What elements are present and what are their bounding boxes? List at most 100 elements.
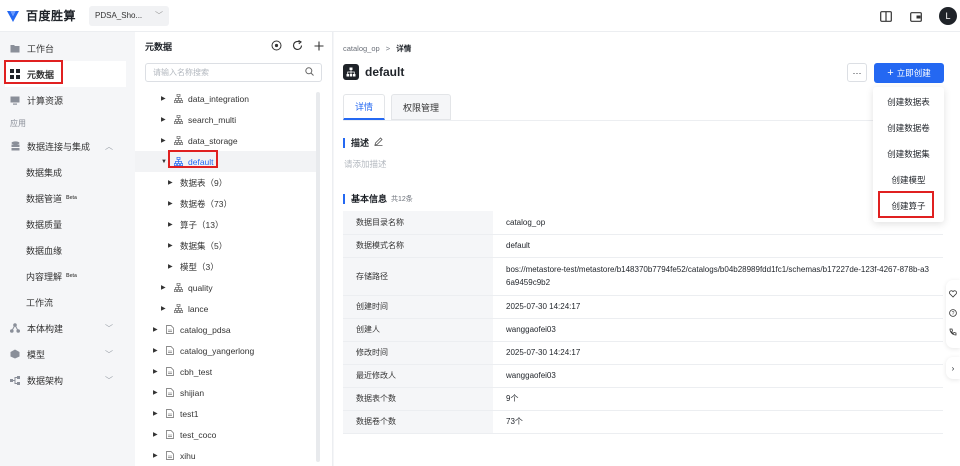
caret-right-icon[interactable]: ▶ <box>161 137 169 144</box>
caret-down-icon[interactable]: ▼ <box>161 159 169 165</box>
tree-node-catalog[interactable]: ▶ catalog_yangerlong <box>135 340 332 361</box>
info-key: 数据目录名称 <box>343 211 493 235</box>
tree-node-catalog[interactable]: ▶ cbh_test <box>135 361 332 382</box>
nav-item-workbench[interactable]: 工作台 <box>0 35 133 61</box>
wallet-icon[interactable] <box>909 9 923 23</box>
tree-node-group[interactable]: ▶ 模型（3） <box>135 256 332 277</box>
caret-right-icon[interactable]: ▶ <box>153 452 161 459</box>
tree-node-label: lance <box>188 303 209 314</box>
caret-right-icon[interactable]: ▶ <box>153 410 161 417</box>
nav-item-architecture[interactable]: 数据架构 ﹀ <box>0 367 133 393</box>
caret-right-icon[interactable]: ▶ <box>168 263 176 270</box>
caret-right-icon[interactable]: ▶ <box>161 284 169 291</box>
menu-item-create-operator[interactable]: 创建算子 <box>873 193 944 219</box>
tree-node-catalog[interactable]: ▶ catalog_pdsa <box>135 319 332 340</box>
folder-icon <box>10 43 20 53</box>
info-table: 数据目录名称 catalog_op 数据模式名称 default 存储路径 bos://m… <box>343 211 943 434</box>
tree-node-label: 数据集（5） <box>180 240 228 251</box>
nav-item-data-lineage[interactable]: 数据血缘 <box>0 237 133 263</box>
brand-logo[interactable]: 百度胜算 <box>6 7 76 24</box>
nav-item-model[interactable]: 模型 ﹀ <box>0 341 133 367</box>
tree-search[interactable] <box>145 63 322 82</box>
nav-item-workflow[interactable]: 工作流 <box>0 289 133 315</box>
top-bar: 百度胜算 PDSA_Sho... ﹀ L <box>0 0 960 32</box>
tree-node-schema[interactable]: ▼ default <box>135 151 316 172</box>
nav-item-integration[interactable]: 数据连接与集成 ︿ <box>0 133 133 159</box>
nav-item-ontology[interactable]: 本体构建 ﹀ <box>0 315 133 341</box>
chevron-down-icon: ﹀ <box>105 349 113 359</box>
caret-right-icon[interactable]: ▶ <box>153 431 161 438</box>
nav-item-data-integration[interactable]: 数据集成 <box>0 159 133 185</box>
refresh-icon[interactable] <box>292 40 303 51</box>
search-icon[interactable] <box>305 67 314 78</box>
tree-scrollbar[interactable] <box>316 92 320 462</box>
nav-item-compute[interactable]: 计算资源 <box>0 87 133 113</box>
create-button-label: 立即创建 <box>896 68 931 78</box>
file-icon <box>165 388 175 398</box>
tree-node-catalog[interactable]: ▶ shijian <box>135 382 332 403</box>
tree-node-group[interactable]: ▶ 数据卷（73） <box>135 193 332 214</box>
breadcrumb-parent[interactable]: catalog_op <box>343 44 380 53</box>
book-icon[interactable] <box>879 9 893 23</box>
menu-item-create-table[interactable]: 创建数据表 <box>873 89 944 115</box>
create-button[interactable]: + 立即创建 <box>874 63 944 83</box>
file-icon <box>165 409 175 419</box>
more-button[interactable]: ··· <box>847 63 867 82</box>
caret-right-icon[interactable]: ▶ <box>168 242 176 249</box>
menu-item-create-volume[interactable]: 创建数据卷 <box>873 115 944 141</box>
chevron-right-icon[interactable]: › <box>946 357 960 379</box>
caret-right-icon[interactable]: ▶ <box>161 95 169 102</box>
tree-node-catalog[interactable]: ▶ test_coco <box>135 424 332 445</box>
avatar[interactable]: L <box>939 7 957 25</box>
tree-node-group[interactable]: ▶ 数据集（5） <box>135 235 332 256</box>
tab-permissions[interactable]: 权限管理 <box>391 94 452 120</box>
tree-node-schema[interactable]: ▶ search_multi <box>135 109 332 130</box>
caret-right-icon[interactable]: ▶ <box>168 200 176 207</box>
nav-item-content-understanding[interactable]: 内容理解 Beta <box>0 263 133 289</box>
menu-item-create-model[interactable]: 创建模型 <box>873 167 944 193</box>
tree-node-group[interactable]: ▶ 数据表（9） <box>135 172 332 193</box>
tab-details[interactable]: 详情 <box>343 94 386 120</box>
left-nav: 工作台 元数据 计算资源 应用 数据连接与集成 ︿ 数据集成 数据管道 Beta … <box>0 32 133 466</box>
database-icon <box>10 141 20 151</box>
caret-right-icon[interactable]: ▶ <box>153 368 161 375</box>
help-icon[interactable]: ? <box>949 309 957 319</box>
monitor-icon <box>10 95 20 105</box>
tree-node-label: default <box>188 156 214 167</box>
file-icon <box>165 346 175 356</box>
info-value: default <box>493 234 943 258</box>
caret-right-icon[interactable]: ▶ <box>153 347 161 354</box>
caret-right-icon[interactable]: ▶ <box>161 305 169 312</box>
tree-node-schema[interactable]: ▶ data_storage <box>135 130 332 151</box>
phone-icon[interactable] <box>949 328 957 338</box>
grid-icon <box>10 69 20 79</box>
nav-item-metadata[interactable]: 元数据 <box>5 61 126 87</box>
caret-right-icon[interactable]: ▶ <box>153 389 161 396</box>
logo-icon <box>6 9 20 23</box>
tree-node-group[interactable]: ▶ 算子（13） <box>135 214 332 235</box>
tab-bar: 详情 权限管理 <box>343 94 452 120</box>
workspace-select[interactable]: PDSA_Sho... ﹀ <box>89 5 170 26</box>
tree-node-schema[interactable]: ▶ lance <box>135 298 332 319</box>
description-placeholder[interactable]: 请添加描述 <box>344 158 387 170</box>
heart-icon[interactable] <box>949 290 957 300</box>
tree-node-schema[interactable]: ▶ data_integration <box>135 88 332 109</box>
plus-icon[interactable] <box>313 40 324 51</box>
tree-node-schema[interactable]: ▶ quality <box>135 277 332 298</box>
edit-icon[interactable] <box>374 137 383 148</box>
menu-item-create-dataset[interactable]: 创建数据集 <box>873 141 944 167</box>
tree-node-catalog[interactable]: ▶ test1 <box>135 403 332 424</box>
caret-right-icon[interactable]: ▶ <box>168 221 176 228</box>
tree-node-catalog[interactable]: ▶ xihu <box>135 445 332 466</box>
caret-right-icon[interactable]: ▶ <box>161 116 169 123</box>
nav-item-data-quality[interactable]: 数据质量 <box>0 211 133 237</box>
beta-badge: Beta <box>66 273 77 279</box>
nav-item-label: 数据架构 <box>27 375 64 386</box>
nav-item-data-pipeline[interactable]: 数据管道 Beta <box>0 185 133 211</box>
chevron-down-icon: ﹀ <box>155 11 164 20</box>
table-row: 创建人 wanggaofei03 <box>343 318 943 342</box>
target-icon[interactable] <box>271 40 282 51</box>
search-input[interactable] <box>153 68 305 77</box>
caret-right-icon[interactable]: ▶ <box>153 326 161 333</box>
caret-right-icon[interactable]: ▶ <box>168 179 176 186</box>
